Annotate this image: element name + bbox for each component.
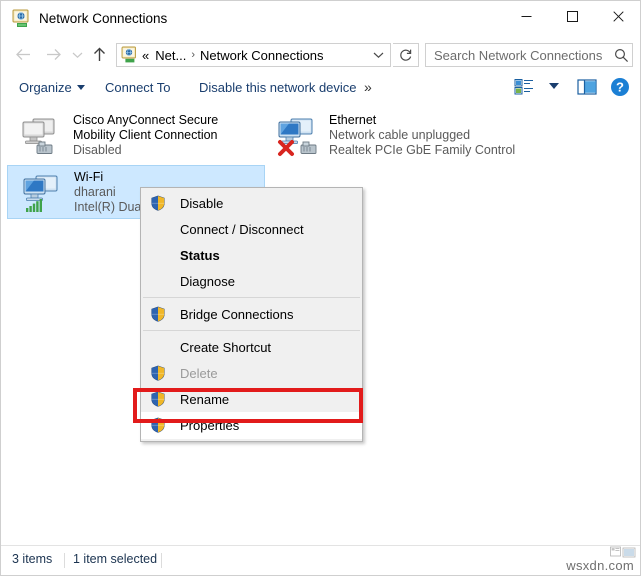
list-item[interactable]: Cisco AnyConnect Secure Mobility Client … xyxy=(7,109,265,163)
organize-label: Organize xyxy=(19,79,72,95)
wifi-adapter-icon xyxy=(22,174,68,214)
maximize-icon xyxy=(566,11,578,22)
menu-item-properties[interactable]: Properties xyxy=(141,412,362,439)
watermark: wsxdn.com xyxy=(566,546,636,573)
connection-name: Cisco AnyConnect Secure Mobility Client … xyxy=(73,113,219,142)
close-button[interactable] xyxy=(595,1,640,32)
connect-to-button[interactable]: Connect To xyxy=(105,73,171,101)
menu-item-label: Status xyxy=(180,247,220,263)
connection-name: Wi-Fi xyxy=(74,170,104,184)
search-icon[interactable] xyxy=(610,48,632,63)
minimize-icon xyxy=(521,16,531,17)
chevron-down-icon xyxy=(373,52,383,59)
help-icon: ? xyxy=(611,78,629,96)
network-connections-icon xyxy=(12,9,32,29)
menu-separator xyxy=(143,330,360,331)
connect-to-label: Connect To xyxy=(105,79,171,95)
status-divider xyxy=(161,553,162,568)
recent-locations-button[interactable] xyxy=(67,41,87,68)
list-item[interactable]: Ethernet Network cable unplugged Realtek… xyxy=(263,109,521,163)
status-divider xyxy=(64,553,65,568)
window-title: Network Connections xyxy=(39,11,168,26)
connection-status: Disabled xyxy=(73,143,122,157)
menu-item-bridge-connections[interactable]: Bridge Connections xyxy=(141,301,362,327)
disable-network-device-button[interactable]: Disable this network device xyxy=(199,73,357,101)
overflow-chevrons-icon: » xyxy=(364,79,372,95)
command-toolbar: Organize Connect To Disable this network… xyxy=(1,73,640,102)
search-placeholder: Search Network Connections xyxy=(434,47,603,63)
back-arrow-icon xyxy=(15,49,30,60)
maximize-button[interactable] xyxy=(549,1,595,32)
breadcrumb-network[interactable]: Net... xyxy=(152,48,189,63)
address-bar[interactable]: « Net... › Network Connections xyxy=(116,43,391,67)
network-adapter-unplugged-icon xyxy=(277,117,323,157)
forward-button[interactable] xyxy=(39,41,67,68)
breadcrumb-chevrons[interactable]: « xyxy=(139,48,152,63)
toolbar-overflow-button[interactable]: » xyxy=(364,73,372,101)
selection-count-label: 1 item selected xyxy=(73,552,158,566)
menu-item-rename[interactable]: Rename xyxy=(141,386,362,412)
recent-locations-chevron-icon xyxy=(72,52,82,58)
network-adapter-disabled-icon xyxy=(21,117,67,157)
uac-shield-icon xyxy=(150,195,166,211)
menu-item-label: Rename xyxy=(180,391,230,407)
preview-pane-button[interactable] xyxy=(577,78,597,96)
preview-pane-icon xyxy=(577,79,597,95)
title-bar: Network Connections xyxy=(1,1,640,38)
refresh-button[interactable] xyxy=(393,43,419,67)
disable-device-label: Disable this network device xyxy=(199,79,357,95)
watermark-glyph-icon xyxy=(610,546,636,562)
menu-item-connect-disconnect[interactable]: Connect / Disconnect xyxy=(141,216,362,242)
refresh-icon xyxy=(399,49,411,61)
back-button[interactable] xyxy=(9,41,37,68)
menu-item-status[interactable]: Status xyxy=(141,242,362,268)
breadcrumb-network-connections[interactable]: Network Connections xyxy=(197,48,327,63)
menu-item-label: Connect / Disconnect xyxy=(180,221,304,237)
menu-item-label: Properties xyxy=(180,418,240,433)
minimize-button[interactable] xyxy=(503,1,549,32)
connection-name: Ethernet xyxy=(329,113,377,127)
menu-item-label: Bridge Connections xyxy=(180,306,294,322)
chevron-down-icon xyxy=(76,84,85,90)
uac-shield-icon xyxy=(150,306,166,322)
change-view-button[interactable] xyxy=(514,77,536,97)
navigation-bar: « Net... › Network Connections Search Ne… xyxy=(1,37,640,72)
uac-shield-icon xyxy=(150,417,166,433)
connection-device: Realtek PCIe GbE Family Controller xyxy=(329,143,515,157)
svg-text:?: ? xyxy=(616,80,624,95)
menu-item-label: Disable xyxy=(180,195,224,211)
close-icon xyxy=(612,11,624,22)
view-options-chevron-icon[interactable] xyxy=(549,83,559,89)
breadcrumb-separator-icon: › xyxy=(191,49,195,61)
menu-item-label: Create Shortcut xyxy=(180,339,272,355)
menu-item-label: Diagnose xyxy=(180,273,235,289)
change-view-icon xyxy=(514,79,533,95)
list-item-text: Ethernet Network cable unplugged Realtek… xyxy=(329,113,515,158)
forward-arrow-icon xyxy=(46,49,61,60)
context-menu: Disable Connect / Disconnect Status Diag… xyxy=(140,187,363,442)
menu-item-disable[interactable]: Disable xyxy=(141,190,362,216)
help-button[interactable]: ? xyxy=(610,77,630,97)
address-dropdown-button[interactable] xyxy=(366,51,390,59)
up-button[interactable] xyxy=(85,41,113,68)
organize-button[interactable]: Organize xyxy=(19,73,85,101)
uac-shield-icon xyxy=(150,391,166,407)
connection-status: Network cable unplugged xyxy=(329,128,471,142)
search-input[interactable]: Search Network Connections xyxy=(425,43,633,67)
menu-item-delete: Delete xyxy=(141,360,362,386)
uac-shield-icon xyxy=(150,365,166,381)
menu-separator xyxy=(143,297,360,298)
up-arrow-icon xyxy=(93,47,105,61)
menu-item-diagnose[interactable]: Diagnose xyxy=(141,268,362,294)
list-item-text: Cisco AnyConnect Secure Mobility Client … xyxy=(73,113,259,158)
item-count-label: 3 items xyxy=(12,552,53,566)
address-bar-network-connections-icon xyxy=(121,46,139,64)
menu-item-label: Delete xyxy=(180,365,218,381)
menu-item-create-shortcut[interactable]: Create Shortcut xyxy=(141,334,362,360)
network-connections-window: Network Connections « Net... › Network C… xyxy=(0,0,641,576)
status-bar: 3 items 1 item selected xyxy=(1,545,640,575)
